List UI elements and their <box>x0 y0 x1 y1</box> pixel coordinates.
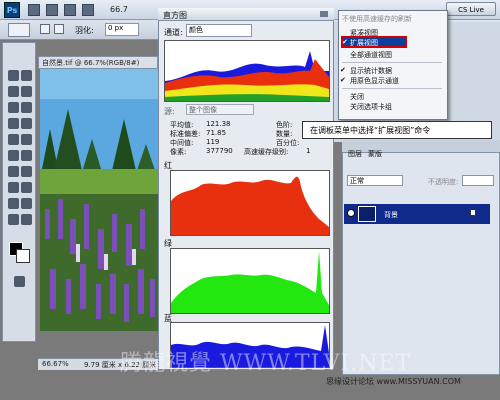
source-select[interactable]: 整个图像 <box>186 104 254 115</box>
eye-icon[interactable] <box>347 209 355 217</box>
source-label: 源: <box>164 107 175 116</box>
eyedropper-icon[interactable] <box>21 102 32 113</box>
std-value: 71.85 <box>206 129 227 137</box>
photoshop-logo: Ps <box>4 2 20 18</box>
document-canvas[interactable] <box>40 69 160 331</box>
menu-item-color-channels[interactable]: 用原色显示通道 <box>350 76 399 86</box>
pen-tool-icon[interactable] <box>8 182 19 193</box>
opacity-input[interactable] <box>462 175 494 186</box>
composite-histogram-graph <box>165 51 329 101</box>
tool-preset-picker[interactable] <box>8 23 30 37</box>
blend-mode-select[interactable]: 正常 <box>347 175 403 186</box>
feather-label: 羽化: <box>75 26 94 35</box>
lock-icon <box>470 209 476 216</box>
crop-tool-icon[interactable] <box>8 102 19 113</box>
check-icon: ✔ <box>342 38 348 46</box>
brush-tool-icon[interactable] <box>21 118 32 129</box>
path-select-icon[interactable] <box>8 198 19 209</box>
red-histogram <box>170 170 330 236</box>
zoom-level[interactable]: 66.7 <box>110 5 128 14</box>
zoom-tool-icon[interactable] <box>21 214 32 225</box>
marquee-tool-icon[interactable] <box>21 70 32 81</box>
dodge-tool-icon[interactable] <box>21 166 32 177</box>
quick-mask-icon[interactable] <box>14 276 25 287</box>
cache-value: 1 <box>306 147 311 155</box>
histogram-title: 直方图 <box>163 11 187 20</box>
pixels-label: 像素: <box>170 148 187 156</box>
history-brush-icon[interactable] <box>21 134 32 145</box>
menu-item-close-group[interactable]: 关闭选项卡组 <box>350 102 392 112</box>
watermark: 腾龍視覺 WWW.TLVI.NET <box>120 351 412 376</box>
mean-value: 121.38 <box>206 120 231 128</box>
tab-layers[interactable]: 图层 <box>348 149 362 159</box>
hand-tool-icon[interactable] <box>8 214 19 225</box>
zoom-percentage[interactable]: 66.67% <box>42 360 69 368</box>
composite-histogram <box>164 40 330 102</box>
green-histogram <box>170 248 330 314</box>
add-selection-icon[interactable] <box>54 24 64 34</box>
tab-masks[interactable]: 蒙版 <box>368 149 382 159</box>
pixels-value: 377790 <box>206 147 233 155</box>
cs-live-button[interactable]: CS Live <box>446 2 496 16</box>
callout-text: 在调板菜单中选择“扩展视图”命令 <box>310 126 431 135</box>
channel-select[interactable]: 颜色 <box>186 24 252 37</box>
menu-item-expanded-view[interactable]: 扩展视图 <box>350 38 378 48</box>
landscape-photo <box>40 69 160 331</box>
menu-item-show-stats[interactable]: 显示统计数据 <box>350 66 392 76</box>
panel-menu-icon[interactable] <box>320 11 328 17</box>
red-histogram-graph <box>171 176 329 235</box>
menu-separator <box>342 88 442 89</box>
feather-input[interactable]: 0 px <box>105 23 139 36</box>
minibridge-icon[interactable] <box>46 4 58 16</box>
channel-label: 通道: <box>164 28 183 37</box>
document-title: 自然景.tif @ 66.7%(RGB/8#) <box>42 59 140 67</box>
magic-wand-icon[interactable] <box>21 86 32 97</box>
blur-tool-icon[interactable] <box>8 166 19 177</box>
green-histogram-graph <box>171 251 329 313</box>
median-value: 119 <box>206 138 220 146</box>
layers-panel-tabs <box>342 140 500 153</box>
type-tool-icon[interactable] <box>21 182 32 193</box>
new-selection-icon[interactable] <box>40 24 50 34</box>
lasso-tool-icon[interactable] <box>8 86 19 97</box>
menu-item-close[interactable]: 关闭 <box>350 92 364 102</box>
clone-stamp-icon[interactable] <box>8 134 19 145</box>
move-tool-icon[interactable] <box>8 70 19 81</box>
menu-item-all-channels[interactable]: 全部通道视图 <box>350 50 392 60</box>
opacity-label: 不透明度: <box>428 178 459 186</box>
layer-thumbnail <box>358 206 376 222</box>
eraser-tool-icon[interactable] <box>8 150 19 161</box>
healing-brush-icon[interactable] <box>8 118 19 129</box>
check-icon: ✔ <box>340 66 346 74</box>
background-color-swatch[interactable] <box>16 249 30 263</box>
bridge-icon[interactable] <box>28 4 40 16</box>
cache-label: 高速缓存级别: <box>244 148 289 156</box>
shape-tool-icon[interactable] <box>21 198 32 209</box>
grid-icon[interactable] <box>64 4 76 16</box>
layer-name: 背景 <box>384 211 398 219</box>
menu-item-uncached-refresh[interactable]: 不使用高速缓存的刷新 <box>342 14 412 24</box>
check-icon: ✔ <box>340 76 346 84</box>
zoom-icon[interactable] <box>82 4 94 16</box>
site-watermark: 思缘设计论坛 www.MISSYUAN.COM <box>326 377 461 386</box>
menu-separator <box>342 62 442 63</box>
gradient-tool-icon[interactable] <box>21 150 32 161</box>
